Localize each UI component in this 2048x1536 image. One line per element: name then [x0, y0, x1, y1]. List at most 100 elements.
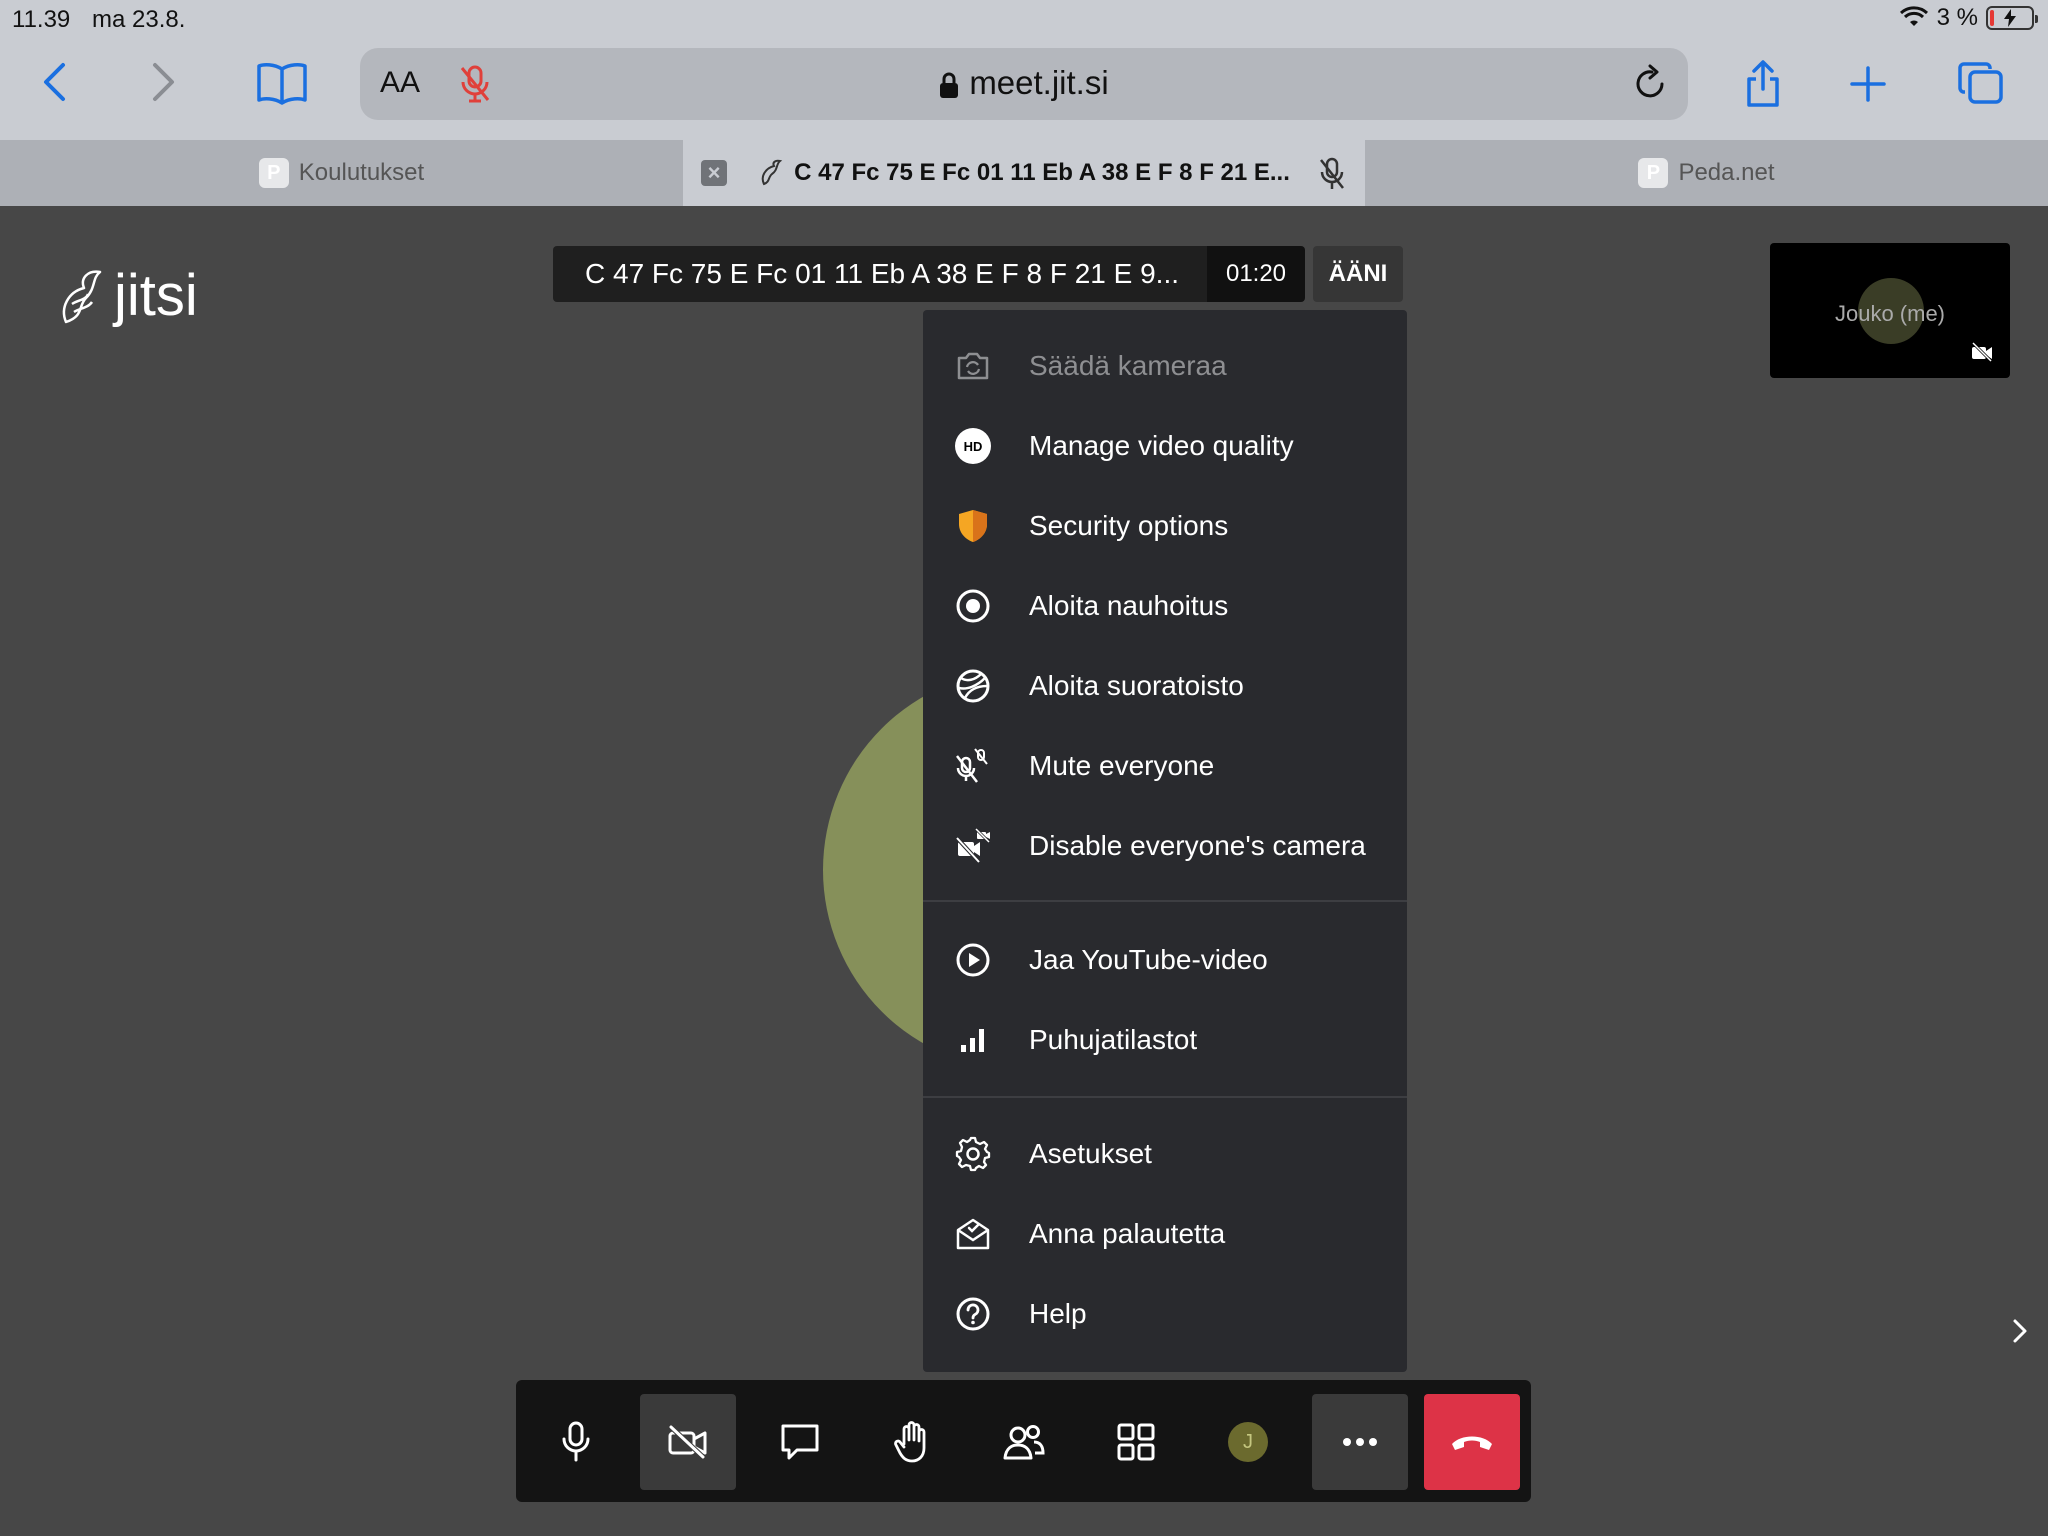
tab-peda-net[interactable]: P Peda.net	[1365, 140, 2048, 206]
local-video-thumbnail[interactable]: Jouko (me)	[1770, 243, 2010, 378]
reload-icon	[1636, 64, 1664, 98]
new-tab-button[interactable]	[1846, 62, 1890, 106]
forward-button[interactable]	[142, 60, 186, 104]
tab-label: C 47 Fc 75 E Fc 01 11 Eb A 38 E F 8 F 21…	[794, 159, 1290, 186]
jitsi-logo[interactable]: jitsi	[58, 262, 198, 329]
battery-percent: 3 %	[1936, 4, 1978, 31]
chat-icon	[781, 1424, 819, 1460]
menu-item-label: Manage video quality	[1029, 430, 1294, 461]
bookmarks-button[interactable]	[254, 58, 310, 108]
tab-favicon: P	[258, 158, 289, 188]
menu-item-label: Mute everyone	[1029, 750, 1215, 781]
tabs-overview-button[interactable]	[1956, 58, 2006, 108]
profile-button[interactable]: J	[1200, 1394, 1296, 1490]
tile-view-button[interactable]	[1088, 1394, 1184, 1490]
tab-favicon: P	[1638, 158, 1669, 188]
audio-label-button[interactable]: ÄÄNI	[1313, 246, 1403, 302]
menu-item-label: Disable everyone's camera	[1029, 830, 1366, 861]
raise-hand-icon	[894, 1421, 926, 1463]
record-icon	[955, 588, 991, 624]
raise-hand-button[interactable]	[864, 1394, 960, 1490]
menu-item-settings[interactable]: Asetukset	[923, 1114, 1407, 1194]
menu-item-label: Aloita suoratoisto	[1029, 670, 1244, 701]
status-date: ma 23.8.	[92, 6, 186, 33]
tab-mic-muted-icon[interactable]	[1317, 156, 1347, 199]
menu-item-label: Security options	[1029, 510, 1229, 541]
url-text: meet.jit.si	[969, 64, 1109, 101]
share-icon	[1747, 60, 1779, 107]
close-tab-icon[interactable]: ×	[701, 160, 727, 186]
grid-icon	[1117, 1423, 1155, 1461]
hangup-icon	[1452, 1436, 1492, 1450]
menu-item-label: Anna palautetta	[1029, 1218, 1226, 1249]
livestream-icon	[955, 668, 991, 704]
tab-label: Koulutukset	[298, 159, 425, 186]
hangup-button[interactable]	[1424, 1394, 1520, 1490]
camera-flip-icon	[955, 348, 991, 384]
menu-item-youtube[interactable]: Jaa YouTube-video	[923, 920, 1407, 1000]
filmstrip-toggle-icon[interactable]	[2010, 1316, 2030, 1351]
menu-item-speaker-stats[interactable]: Puhujatilastot	[923, 1000, 1407, 1080]
menu-item-label: Help	[1029, 1298, 1087, 1329]
mute-everyone-icon	[955, 748, 991, 784]
menu-item-label: Säädä kameraa	[1029, 350, 1227, 381]
camera-button[interactable]	[640, 1394, 736, 1490]
url-display[interactable]: meet.jit.si	[360, 64, 1688, 102]
menu-item-livestream[interactable]: Aloita suoratoisto	[923, 646, 1407, 726]
more-icon	[1343, 1438, 1377, 1446]
menu-item-label: Puhujatilastot	[1029, 1024, 1198, 1055]
menu-item-help[interactable]: Help	[923, 1274, 1407, 1354]
share-button[interactable]	[1738, 56, 1788, 112]
status-time: 11.39	[12, 6, 71, 33]
menu-item-disable-cameras[interactable]: Disable everyone's camera	[923, 806, 1407, 886]
status-right: 3 %	[1899, 4, 2038, 32]
participant-name: Jouko (me)	[1834, 301, 1946, 326]
menu-item-security[interactable]: Security options	[923, 486, 1407, 566]
overflow-menu: Säädä kameraa HD Manage video quality Se…	[923, 310, 1407, 1372]
tab-koulutukset[interactable]: P Koulutukset	[0, 140, 683, 206]
menu-divider	[923, 1096, 1407, 1098]
disable-camera-icon	[955, 828, 991, 864]
microphone-button[interactable]	[528, 1394, 624, 1490]
meeting-timer: 01:20	[1207, 246, 1305, 302]
more-actions-button[interactable]	[1312, 1394, 1408, 1490]
wifi-icon	[1899, 6, 1928, 26]
participants-icon	[1003, 1425, 1045, 1460]
menu-item-mute-everyone[interactable]: Mute everyone	[923, 726, 1407, 806]
menu-divider	[923, 900, 1407, 902]
lock-icon	[940, 72, 959, 99]
menu-item-recording[interactable]: Aloita nauhoitus	[923, 566, 1407, 646]
menu-item-camera-adjust: Säädä kameraa	[923, 326, 1407, 406]
tabs-icon	[1958, 62, 2003, 104]
status-bar: 11.39 ma 23.8. 3 %	[0, 0, 2048, 40]
menu-item-feedback[interactable]: Anna palautetta	[923, 1194, 1407, 1274]
hd-icon: HD	[955, 428, 991, 464]
meeting-subject-bar: C 47 Fc 75 E Fc 01 11 Eb A 38 E F 8 F 21…	[553, 246, 1403, 302]
meeting-subject: C 47 Fc 75 E Fc 01 11 Eb A 38 E F 8 F 21…	[553, 246, 1207, 302]
tab-jitsi-meeting[interactable]: × C 47 Fc 75 E Fc 01 11 Eb A 38 E F 8 F …	[683, 140, 1365, 206]
menu-item-label: Jaa YouTube-video	[1029, 944, 1268, 975]
meeting-toolbar: J	[516, 1380, 1531, 1502]
menu-item-video-quality[interactable]: HD Manage video quality	[923, 406, 1407, 486]
menu-item-label: Asetukset	[1029, 1138, 1152, 1169]
feedback-icon	[955, 1216, 991, 1252]
reload-button[interactable]	[1632, 64, 1668, 107]
tab-bar: P Koulutukset × C 47 Fc 75 E Fc 01 11 Eb…	[0, 140, 2048, 206]
plus-icon	[1850, 66, 1886, 102]
chat-button[interactable]	[752, 1394, 848, 1490]
gear-icon	[955, 1136, 991, 1172]
back-button[interactable]	[32, 60, 76, 104]
menu-item-label: Aloita nauhoitus	[1029, 590, 1229, 621]
participants-button[interactable]	[976, 1394, 1072, 1490]
address-bar[interactable]: AA meet.jit.si	[360, 48, 1688, 120]
jitsi-favicon-icon	[761, 159, 783, 186]
shield-icon	[955, 508, 991, 544]
play-icon	[955, 942, 991, 978]
avatar: J	[1228, 1422, 1268, 1462]
tab-label: Peda.net	[1678, 159, 1775, 186]
browser-toolbar: AA meet.jit.si	[0, 40, 2048, 140]
stats-icon	[955, 1022, 991, 1058]
jitsi-logo-text: jitsi	[114, 263, 198, 328]
camera-off-icon	[668, 1425, 707, 1459]
microphone-icon	[562, 1421, 590, 1462]
